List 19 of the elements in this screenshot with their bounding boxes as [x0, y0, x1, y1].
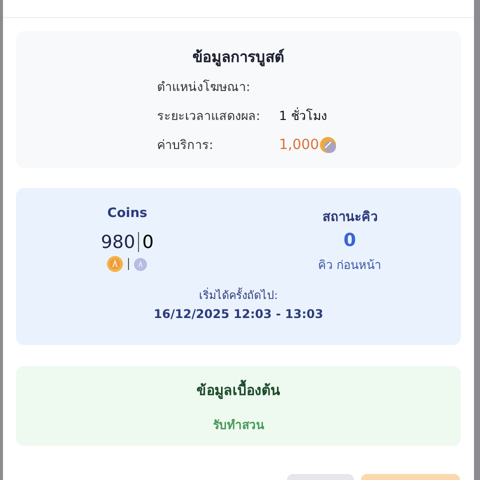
coin-icon — [320, 137, 336, 153]
queue-count: 0 — [343, 230, 356, 253]
next-start-time: 16/12/2025 12:03 - 13:03 — [152, 307, 324, 321]
info-label: ตำแหน่งโฆษณา: — [157, 78, 252, 96]
coin-balance: 980 — [100, 232, 136, 252]
section-title: ข้อมูลเบื้องต้น — [16, 379, 461, 401]
price-value: 1,000 — [279, 137, 320, 153]
token-icon — [134, 258, 148, 270]
queue-title: สถานะคิว — [322, 209, 378, 224]
info-label: ค่าบริการ: — [157, 136, 214, 154]
info-value: 1 ชั่วโมง — [279, 106, 327, 125]
category-value: รับทำสวน — [212, 417, 266, 434]
next-start-label: เริ่มได้ครั้งถัดไป: — [198, 286, 279, 304]
info-label: ระยะเวลาแสดงผล: — [157, 107, 262, 125]
coins-title: Coins — [107, 206, 148, 223]
coin-icon — [107, 256, 124, 272]
bonus-balance: 0 — [142, 232, 154, 252]
queue-caption: คิว ก่อนหน้า — [318, 257, 382, 274]
section-title: ข้อมูลการบูสต์ — [192, 47, 286, 68]
